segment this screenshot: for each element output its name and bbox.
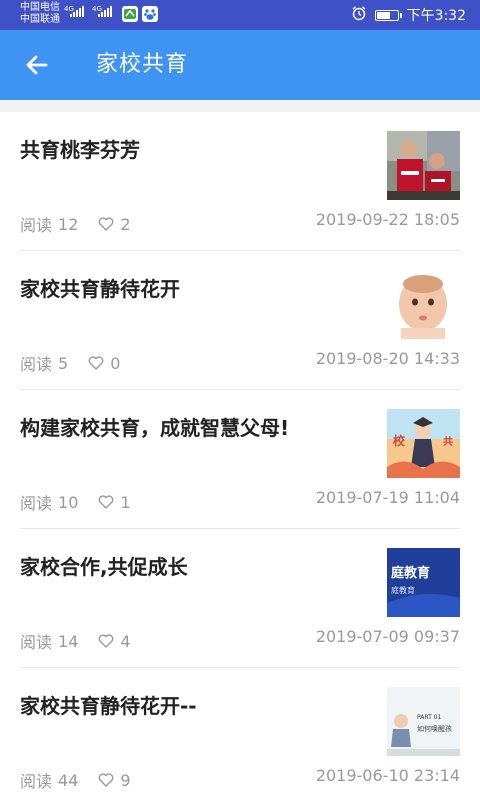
article-title: 家校共育静待花开 [20, 277, 180, 301]
article-date: 2019-07-19 11:04 [315, 488, 460, 507]
heart-icon[interactable] [88, 356, 104, 370]
read-count: 14 [58, 631, 79, 651]
carrier-info: 中国电信 中国联通 [20, 2, 60, 26]
thumb-text: 校 [393, 433, 406, 448]
article-thumbnail: 庭教育 庭教育 [387, 548, 460, 617]
list-item[interactable]: 构建家校共育，成就智慧父母! 校 共 阅读 10 1 2019-07-19 11… [20, 390, 460, 529]
status-bar: 中国电信 中国联通 4G 4G 下午3:32 [0, 0, 480, 30]
article-thumbnail [387, 131, 460, 200]
read-label: 阅读 [20, 633, 53, 652]
read-count: 5 [58, 353, 69, 373]
list-item[interactable]: 家校共育静待花开 阅读 5 0 2019-08-20 14:33 [20, 251, 460, 390]
article-date: 2019-07-09 09:37 [315, 627, 460, 646]
read-label: 阅读 [20, 494, 53, 513]
read-count: 12 [58, 214, 79, 234]
baidu-icon [142, 6, 158, 22]
app-bar: 家校共育 [0, 30, 480, 100]
page-title: 家校共育 [96, 52, 189, 77]
read-count: 10 [58, 492, 79, 512]
like-count: 0 [110, 353, 121, 373]
like-count: 1 [120, 492, 131, 512]
like-count: 4 [120, 631, 131, 651]
app-notification-icon [122, 6, 138, 22]
read-label: 阅读 [20, 772, 53, 791]
article-meta: 阅读 10 1 [20, 490, 131, 514]
clock: 下午3:32 [406, 8, 466, 24]
article-thumbnail [387, 270, 460, 339]
article-date: 2019-08-20 14:33 [315, 349, 460, 368]
article-title: 构建家校共育，成就智慧父母! [20, 416, 290, 440]
article-title: 共育桃李芬芳 [20, 138, 140, 162]
back-button[interactable] [22, 50, 52, 80]
article-meta: 阅读 44 9 [20, 768, 131, 792]
thumb-text: 共 [443, 435, 453, 448]
list-item[interactable]: 共育桃李芬芳 阅读 12 2 2019-09-22 18:05 [20, 112, 460, 251]
heart-icon[interactable] [98, 217, 114, 231]
article-meta: 阅读 12 2 [20, 212, 131, 236]
article-thumbnail: PART 01 如何唤醒孩 [387, 687, 460, 756]
signal-icon-1 [70, 6, 84, 17]
carrier-2: 中国联通 [20, 14, 60, 25]
article-thumbnail: 校 共 [387, 409, 460, 478]
read-label: 阅读 [20, 216, 53, 235]
read-label: 阅读 [20, 355, 53, 374]
status-right: 下午3:32 [351, 5, 466, 25]
like-count: 2 [120, 214, 131, 234]
heart-icon[interactable] [98, 773, 114, 787]
article-date: 2019-09-22 18:05 [315, 210, 460, 229]
carrier-1: 中国电信 [20, 2, 60, 13]
thumb-text: 如何唤醒孩 [417, 724, 452, 733]
arrow-left-icon [26, 55, 48, 75]
article-date: 2019-06-10 23:14 [315, 766, 460, 785]
article-title: 家校合作,共促成长 [20, 555, 188, 579]
signal-icon-2 [98, 6, 112, 17]
list-item[interactable]: 家校合作,共促成长 庭教育 庭教育 阅读 14 4 2019-07-09 09:… [20, 529, 460, 668]
battery-icon [374, 9, 402, 21]
thumb-text: PART 01 [417, 714, 441, 721]
like-count: 9 [120, 770, 131, 790]
thumb-text: 庭教育 [391, 585, 415, 595]
read-count: 44 [58, 770, 79, 790]
article-meta: 阅读 5 0 [20, 351, 120, 375]
article-list: 共育桃李芬芳 阅读 12 2 2019-09-22 18:05 家校共育静待花开… [0, 112, 480, 806]
article-title: 家校共育静待花开-- [20, 694, 197, 718]
alarm-icon [351, 5, 367, 25]
heart-icon[interactable] [98, 634, 114, 648]
list-item[interactable]: 家校共育静待花开-- PART 01 如何唤醒孩 阅读 44 9 2019-06… [20, 668, 460, 806]
thumb-text: 庭教育 [391, 565, 430, 581]
heart-icon[interactable] [98, 495, 114, 509]
divider-gap [0, 100, 480, 112]
article-meta: 阅读 14 4 [20, 629, 131, 653]
